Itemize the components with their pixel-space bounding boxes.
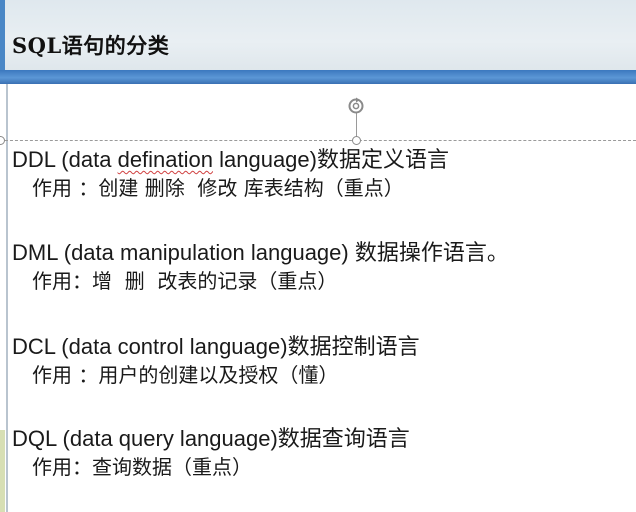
dql-heading: DQL (data query language)数据查询语言	[12, 426, 410, 451]
dcl-heading: DCL (data control language)数据控制语言	[12, 334, 420, 359]
selection-handle-top[interactable]	[352, 136, 361, 145]
ddl-detail: 作用 ：创建 删除 修改 库表结构（重点）	[32, 176, 404, 200]
left-rule	[6, 84, 8, 512]
dql-section: DQL (data query language)数据查询语言 作用：查询数据（…	[12, 425, 632, 481]
dml-detail: 作用：增 删 改表的记录（重点）	[32, 269, 338, 293]
dcl-section: DCL (data control language)数据控制语言 作用 ：用户…	[12, 333, 632, 389]
textbox-selection-border[interactable]	[0, 140, 636, 141]
dml-heading: DML (data manipulation language) 数据操作语言。	[12, 240, 509, 265]
left-rule-accent	[0, 430, 5, 512]
ddl-heading: DDL (data defination language)数据定义语言	[12, 147, 449, 172]
ddl-section: DDL (data defination language)数据定义语言 作用 …	[12, 146, 632, 202]
dml-section: DML (data manipulation language) 数据操作语言。…	[12, 239, 632, 295]
title-underline-bar	[0, 70, 636, 84]
dql-detail: 作用：查询数据（重点）	[32, 455, 252, 479]
rotate-handle-icon[interactable]	[346, 96, 366, 116]
slide-title: SQL语句的分类	[12, 33, 170, 58]
selection-handle-left[interactable]	[0, 136, 5, 145]
dcl-detail: 作用 ：用户的创建以及授权（懂）	[32, 363, 339, 387]
spelling-error-mark: defination	[117, 147, 213, 172]
